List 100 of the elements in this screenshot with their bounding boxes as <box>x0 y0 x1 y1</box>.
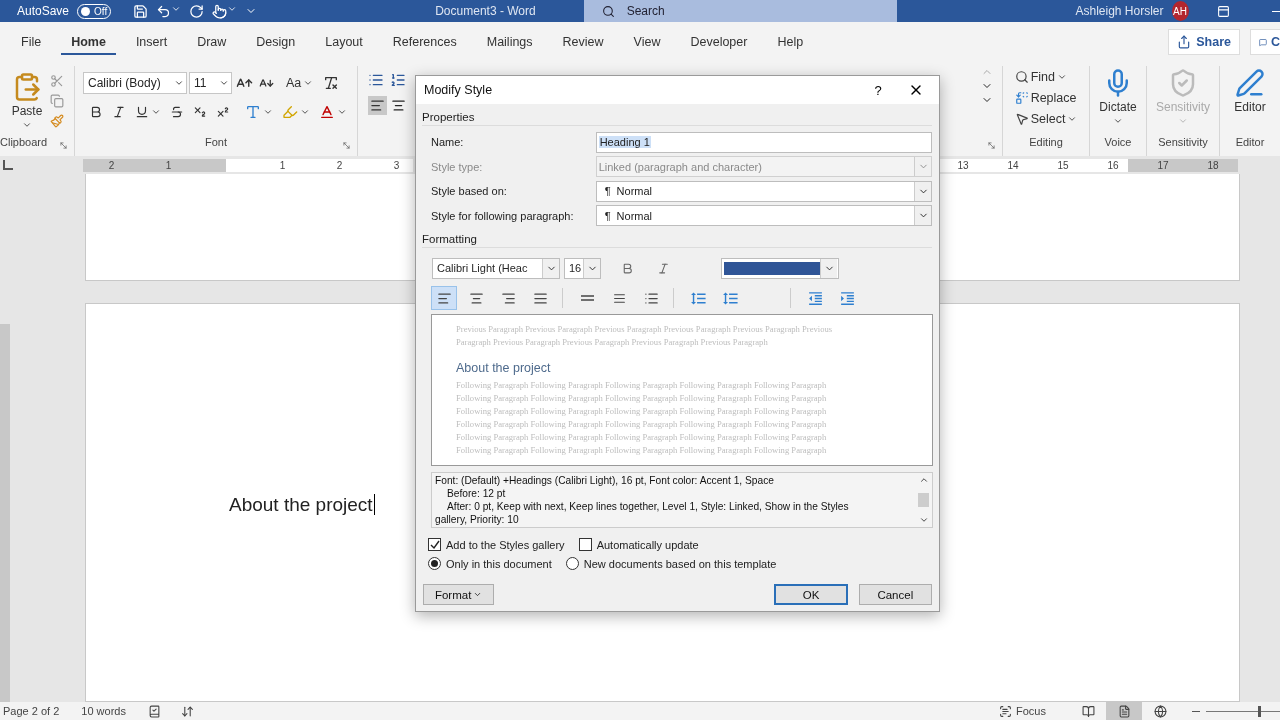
ruler-number: 15 <box>1056 158 1070 172</box>
editor-button[interactable]: Editor <box>1232 66 1268 116</box>
ribbon-tab[interactable]: View <box>623 29 671 55</box>
field-label: Style for following paragraph: <box>431 209 575 222</box>
highlighter-icon <box>282 104 298 120</box>
bold-icon <box>89 105 103 119</box>
align-button[interactable] <box>432 287 456 309</box>
group-label: Font <box>205 136 227 150</box>
view-icon <box>1153 704 1167 718</box>
caret-icon <box>22 120 32 130</box>
name-field[interactable]: Heading 1 <box>595 131 932 153</box>
editing-button[interactable]: Select <box>1012 110 1080 128</box>
search-field[interactable]: Search <box>583 0 898 22</box>
ribbon-tab[interactable]: References <box>382 29 467 55</box>
align-icon <box>468 290 484 306</box>
zoom-thumb[interactable] <box>1258 705 1262 717</box>
cancel-button[interactable]: Cancel <box>858 584 932 605</box>
ribbon-tab[interactable]: Developer <box>680 29 758 55</box>
caret-icon <box>263 107 273 117</box>
word-count[interactable]: 10 words <box>81 705 126 717</box>
autosave-label: AutoSave <box>17 4 70 18</box>
tab-stop-icon[interactable] <box>3 160 13 170</box>
checkbox[interactable] <box>428 538 441 551</box>
ok-button[interactable]: OK <box>774 584 848 605</box>
line-spacing-icon <box>580 295 594 301</box>
scroll-down-icon <box>918 515 929 525</box>
paste-button[interactable]: Paste <box>9 70 45 132</box>
minimize-icon[interactable] <box>1271 10 1280 12</box>
dictate-button[interactable]: Dictate <box>1097 66 1139 128</box>
font-size-field[interactable]: 11 <box>189 72 232 94</box>
ruler-number: 2 <box>107 158 116 172</box>
format-button[interactable]: Format <box>423 584 495 605</box>
ribbon-tab[interactable]: Layout <box>315 29 373 55</box>
caret-icon <box>300 107 310 117</box>
dialog-launcher-icon <box>59 141 68 150</box>
ribbon-tab[interactable]: Review <box>552 29 614 55</box>
ribbon-display-icon <box>1216 4 1230 18</box>
line-spacing-icon <box>643 290 659 306</box>
ribbon-tab[interactable]: Mailings <box>476 29 543 55</box>
dialog-launcher-icon <box>987 141 996 150</box>
checkbox-option[interactable]: Automatically update <box>578 538 699 551</box>
cut-icon <box>50 74 65 88</box>
comments-button[interactable]: C <box>1250 29 1280 55</box>
description-text: After: 0 pt, Keep with next, Keep lines together, Level 1, Style: Linked, Show in the Styles <box>446 500 850 513</box>
preview-heading: About the project <box>456 361 552 375</box>
search-icon <box>1014 70 1029 84</box>
font-name-field[interactable]: Calibri (Body) <box>83 72 187 94</box>
editing-button[interactable]: Replace <box>1012 89 1080 107</box>
align-left-icon <box>369 98 385 113</box>
format-painter-icon <box>50 114 65 128</box>
replace-icon <box>1014 91 1029 105</box>
radio-option[interactable]: New documents based on this template <box>565 557 777 570</box>
caret-icon <box>1056 72 1067 82</box>
indent-icon <box>806 289 824 307</box>
editing-button[interactable]: Find <box>1012 68 1080 86</box>
ribbon-tab[interactable]: File <box>11 29 52 55</box>
group-label: Editing <box>1029 136 1063 150</box>
checkbox[interactable] <box>578 538 592 551</box>
ruler-number: 18 <box>1206 158 1220 172</box>
align-left-button[interactable] <box>367 96 387 115</box>
ribbon-tab[interactable]: Design <box>246 29 306 55</box>
user-avatar[interactable]: AH <box>1171 1 1189 21</box>
font-color-dropdown[interactable] <box>721 257 839 279</box>
document-text: About the project <box>229 494 375 515</box>
ruler-number: 1 <box>164 158 173 172</box>
scroll-thumb[interactable] <box>918 493 929 507</box>
ribbon-tab[interactable]: Help <box>767 29 814 55</box>
align-icon <box>500 290 516 306</box>
radio-option[interactable]: Only in this document <box>428 557 552 570</box>
ribbon-tab[interactable]: Home <box>61 29 116 55</box>
page-count[interactable]: Page 2 of 2 <box>3 705 60 717</box>
group-label: Voice <box>1104 136 1132 150</box>
group-label: Clipboard <box>0 136 48 150</box>
checkbox-option[interactable]: Add to the Styles gallery <box>428 538 565 551</box>
window-title: Document3 - Word <box>435 4 536 18</box>
help-button[interactable]: ? <box>863 81 893 99</box>
style-dropdown[interactable]: ¶ Normal <box>595 180 932 202</box>
radio-button[interactable] <box>428 557 441 570</box>
radio-button[interactable] <box>565 557 579 570</box>
text-effects-icon <box>245 104 261 120</box>
caret-icon <box>303 78 314 88</box>
ribbon-tab[interactable]: Insert <box>125 29 178 55</box>
font-color-icon <box>319 104 335 120</box>
pen-icon <box>1235 68 1265 98</box>
search-icon <box>601 4 615 18</box>
change-case-button[interactable]: Aa <box>284 74 316 92</box>
copy-icon <box>50 94 65 108</box>
font-name-field[interactable]: Calibri Light (Heac <box>432 257 560 279</box>
ribbon-tab[interactable]: Draw <box>187 29 237 55</box>
numbering-icon <box>389 72 406 88</box>
font-size-field[interactable]: 16 <box>564 257 601 279</box>
touch-mode-icon <box>212 3 228 19</box>
focus-button[interactable]: Focus <box>993 703 1052 719</box>
share-button[interactable]: Share <box>1168 29 1240 55</box>
caret-icon <box>1067 114 1078 124</box>
bullets-icon <box>367 72 384 88</box>
caret-icon <box>1178 116 1188 126</box>
style-dropdown[interactable]: ¶ Normal <box>595 205 932 227</box>
section-heading: Properties <box>422 111 932 126</box>
align-icon <box>532 290 548 306</box>
